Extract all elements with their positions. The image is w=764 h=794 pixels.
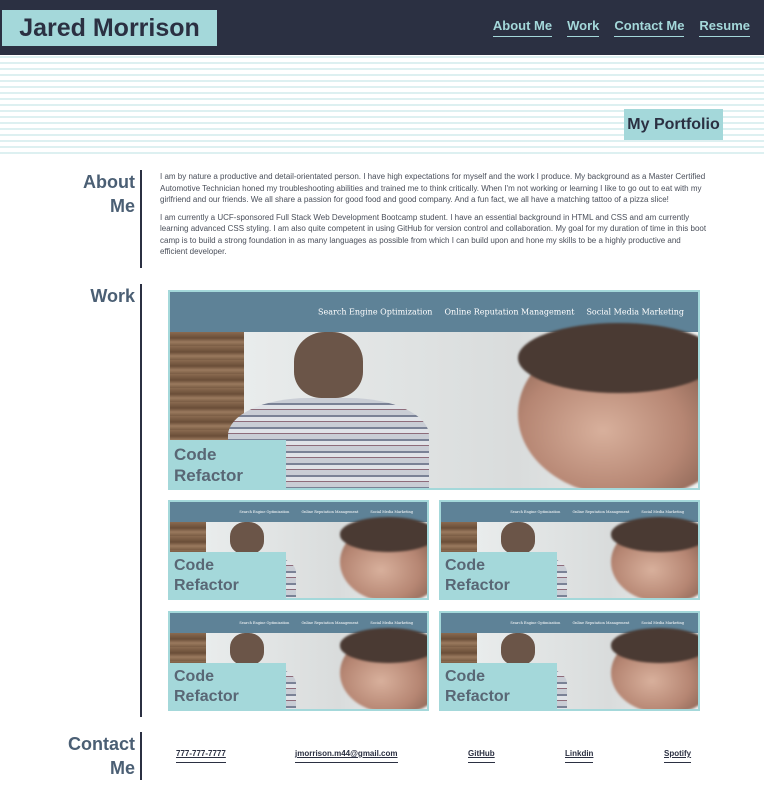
project-title: Code Refactor <box>174 445 243 485</box>
about-text: I am by nature a productive and detail-o… <box>160 171 710 258</box>
nav-link-contact[interactable]: Contact Me <box>614 18 685 37</box>
about-heading-line2: Me <box>109 196 135 216</box>
brand-name[interactable]: Jared Morrison <box>2 10 217 46</box>
project-title: Code Refactor <box>174 668 239 705</box>
project-label: Code Refactor HTML/CSS <box>441 663 557 709</box>
project-tech: HTML/CSS <box>174 707 282 709</box>
contact-email-link[interactable]: jmorrison.m44@gmail.com <box>295 749 398 763</box>
hero-title: My Portfolio <box>624 109 723 140</box>
project-site-nav-item: Social Media Marketing <box>641 621 684 625</box>
project-site-nav-item: Search Engine Optimization <box>239 621 290 625</box>
featured-project-card[interactable]: Search Engine Optimization Online Reputa… <box>168 290 700 490</box>
contact-heading-line2: Me <box>109 758 135 778</box>
contact-spotify-link[interactable]: Spotify <box>664 749 692 763</box>
contact-phone-link[interactable]: 777-777-7777 <box>176 749 226 763</box>
contact-heading-line1: Contact <box>68 734 135 754</box>
project-tech: HTML/CSS <box>445 707 553 709</box>
project-tech: HTML/CSS <box>174 596 282 598</box>
project-tech: HTML/CSS <box>174 486 282 488</box>
project-site-nav-item: Online Reputation Management <box>572 621 630 625</box>
contact-divider <box>140 732 142 780</box>
site-header: Jared Morrison About Me Work Contact Me … <box>0 0 764 55</box>
project-label: Code Refactor HTML/CSS <box>170 552 286 598</box>
project-card[interactable]: Search Engine Optimization Online Reputa… <box>168 500 429 600</box>
project-site-nav-item: Social Media Marketing <box>370 621 413 625</box>
project-title: Code Refactor <box>174 557 239 594</box>
project-card[interactable]: Search Engine Optimization Online Reputa… <box>439 611 700 711</box>
about-divider <box>140 170 142 268</box>
about-paragraph: I am by nature a productive and detail-o… <box>160 172 706 204</box>
project-card[interactable]: Search Engine Optimization Online Reputa… <box>439 500 700 600</box>
about-heading: About Me <box>3 170 135 218</box>
main-nav: About Me Work Contact Me Resume <box>492 18 750 37</box>
project-label: Code Refactor HTML/CSS <box>441 552 557 598</box>
project-site-nav-item: Online Reputation Management <box>301 510 359 514</box>
contact-heading: Contact Me <box>3 732 135 780</box>
about-heading-line1: About <box>83 172 135 192</box>
nav-link-about[interactable]: About Me <box>492 18 553 37</box>
nav-link-work[interactable]: Work <box>567 18 600 37</box>
project-title: Code Refactor <box>445 557 510 594</box>
project-label: Code Refactor HTML/CSS <box>170 440 286 488</box>
contact-linkedin-link[interactable]: Linkdin <box>565 749 594 763</box>
project-site-nav-item: Search Engine Optimization <box>239 510 290 514</box>
contact-github-link[interactable]: GitHub <box>468 749 495 763</box>
project-tech: HTML/CSS <box>445 596 553 598</box>
project-title: Code Refactor <box>445 668 510 705</box>
project-site-nav-item: Search Engine Optimization <box>318 307 433 317</box>
work-divider <box>140 284 142 717</box>
project-site-nav-item: Search Engine Optimization <box>510 510 561 514</box>
project-site-nav-item: Social Media Marketing <box>586 307 684 317</box>
about-paragraph: I am currently a UCF-sponsored Full Stac… <box>160 212 707 257</box>
project-site-nav-item: Social Media Marketing <box>641 510 684 514</box>
project-site-nav-item: Online Reputation Management <box>572 510 630 514</box>
project-label: Code Refactor HTML/CSS <box>170 663 286 709</box>
project-card[interactable]: Search Engine Optimization Online Reputa… <box>168 611 429 711</box>
project-site-nav-item: Online Reputation Management <box>301 621 359 625</box>
nav-link-resume[interactable]: Resume <box>699 18 750 37</box>
hero-banner: My Portfolio <box>0 55 764 156</box>
project-site-nav-item: Online Reputation Management <box>444 307 575 317</box>
work-heading: Work <box>90 286 135 306</box>
project-site-nav-item: Social Media Marketing <box>370 510 413 514</box>
project-site-nav-item: Search Engine Optimization <box>510 621 561 625</box>
